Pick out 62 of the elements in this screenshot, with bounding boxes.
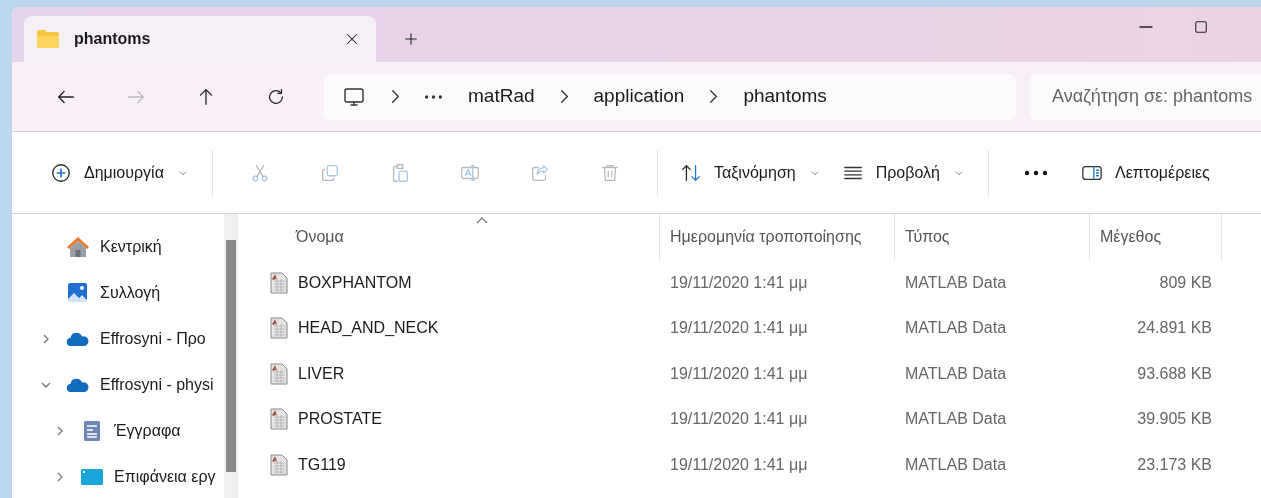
column-header[interactable]: Τύπος <box>895 214 1090 260</box>
sidebar-item[interactable]: Effrosyni - physi <box>100 373 214 397</box>
table-cell-text: MATLAB Data <box>904 318 1008 339</box>
table-cell-text: 809 KB <box>1158 272 1213 293</box>
table-cell-text: 19/11/2020 1:41 μμ <box>669 318 809 339</box>
table-cell-text: 23.173 KB <box>1136 454 1213 475</box>
matlab-file-icon <box>270 453 288 476</box>
column-header[interactable]: Μέγεθος <box>1090 214 1222 260</box>
table-cell-text: 93.688 KB <box>1136 363 1213 384</box>
new-button[interactable]: Δημιουργία <box>40 150 200 195</box>
tab[interactable]: phantoms <box>24 16 376 62</box>
cloud-icon <box>66 331 90 347</box>
plus-icon <box>402 30 420 48</box>
sort-button[interactable]: Ταξινόμηση <box>669 150 832 195</box>
file-name[interactable]: PROSTATE <box>298 407 382 432</box>
view-button[interactable]: Προβολή <box>831 150 976 195</box>
sidebar-item[interactable]: Effrosyni - Προ <box>100 327 206 351</box>
chevron-icon <box>710 90 718 103</box>
sidebar-item[interactable]: Έγγραφα <box>114 419 181 443</box>
sort-caret-icon <box>476 216 488 224</box>
file-name[interactable]: LIVER <box>298 361 345 386</box>
picture-icon <box>67 282 89 304</box>
table-cell-text: MATLAB Data <box>904 363 1008 384</box>
table-cell-text: MATLAB Data <box>904 409 1008 430</box>
table-cell-text: MATLAB Data <box>904 454 1008 475</box>
minimize-icon <box>1139 26 1153 28</box>
matlab-file-icon <box>270 317 288 340</box>
breadcrumb[interactable]: matRad <box>468 82 535 111</box>
table-cell-text: 19/11/2020 1:41 μμ <box>669 363 809 384</box>
document-icon <box>83 420 101 442</box>
table-cell-text: 24.891 KB <box>1136 318 1213 339</box>
sidebar-item[interactable]: Συλλογή <box>100 281 161 305</box>
column-header[interactable]: Όνομα <box>250 214 660 260</box>
matlab-file-icon <box>270 408 288 431</box>
breadcrumb[interactable]: phantoms <box>743 82 827 111</box>
details-button[interactable]: Λεπτομέρειες <box>1070 150 1220 195</box>
search-field[interactable]: Αναζήτηση σε: phantoms <box>1030 73 1261 120</box>
file-name[interactable]: BOXPHANTOM <box>298 270 412 295</box>
desktop-icon <box>80 468 104 486</box>
scrollbar-thumb[interactable] <box>226 240 236 472</box>
folder-icon <box>36 29 60 49</box>
column-header[interactable]: Ημερομηνία τροποποίησης <box>660 214 895 260</box>
table-cell-text: 19/11/2020 1:41 μμ <box>669 272 809 293</box>
house-icon <box>66 236 90 258</box>
sidebar-item[interactable]: Κεντρική <box>100 235 162 259</box>
matlab-file-icon <box>270 362 288 385</box>
address-bar[interactable]: matRad application phantoms <box>324 73 1016 120</box>
matlab-file-icon <box>270 271 288 294</box>
maximize-icon <box>1192 18 1210 36</box>
chevron-icon <box>392 90 399 103</box>
chevron-icon <box>560 90 568 103</box>
tab-title: phantoms <box>74 29 152 49</box>
table-cell-text: 19/11/2020 1:41 μμ <box>669 454 809 475</box>
table-cell-text: 19/11/2020 1:41 μμ <box>669 409 809 430</box>
breadcrumb[interactable]: application <box>593 82 685 111</box>
file-name[interactable]: TG119 <box>298 452 346 477</box>
table-cell-text: MATLAB Data <box>904 272 1008 293</box>
table-cell-text: 39.905 KB <box>1136 409 1213 430</box>
cloud-icon <box>66 377 90 393</box>
more-icon <box>425 94 442 99</box>
file-name[interactable]: HEAD_AND_NECK <box>298 316 439 341</box>
sidebar-item[interactable]: Επιφάνεια εργ <box>114 465 216 489</box>
